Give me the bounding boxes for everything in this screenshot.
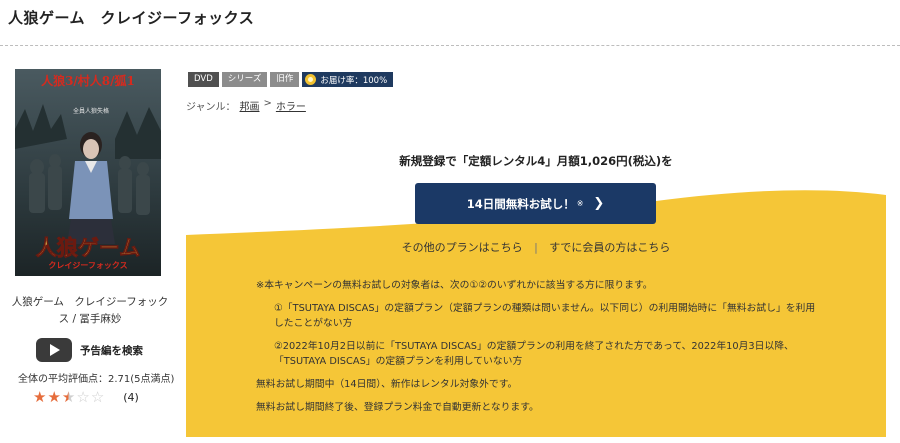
badge-row: DVD シリーズ 旧作 お届け率：100% [188,72,394,87]
star-full-icon: ★ [33,388,47,406]
star-half-icon: ★ [61,388,76,406]
star-full-icon: ★ [47,388,61,406]
review-count[interactable]: (4) [123,391,139,404]
average-rating-text: 全体の平均評価点：2.71(5点満点) [18,374,175,385]
title-divider [0,45,900,46]
product-poster-image[interactable]: 人狼3/村人8/狐1 全員人狼失格 人狼ゲーム クレイジーフォックス [15,69,161,276]
page-title: 人狼ゲーム クレイジーフォックス [8,9,255,27]
campaign-note-eligibility: ※本キャンペーンの無料お試しの対象者は、次の①②のいずれかに該当する方に限ります… [256,280,653,291]
star-empty-icon: ☆ [90,388,105,406]
free-trial-button[interactable]: 14日間無料お試し！ ※ ❯ [415,183,656,224]
campaign-notes: ※本キャンペーンの無料お試しの対象者は、次の①②のいずれかに該当する方に限ります… [256,278,816,423]
play-icon [36,338,72,362]
dvd-badge: DVD [188,72,219,87]
poster-subtitle: クレイジーフォックス [48,260,127,270]
links-separator: | [534,241,538,254]
genre-link-japanese-film[interactable]: 邦画 [240,98,260,113]
trailer-search-label: 予告編を検索 [80,344,143,357]
genre-label: ジャンル： [186,102,236,113]
genre-link-horror[interactable]: ホラー [276,98,306,113]
genre-breadcrumb: ジャンル： 邦画 > ホラー [186,98,310,113]
product-name: 人狼ゲーム クレイジーフォックス / 冨手麻妙 [11,296,169,325]
chevron-right-icon: ❯ [593,196,605,211]
campaign-lead-text: 新規登録で「定額レンタル4」月額1,026円(税込)を [399,154,673,168]
poster-tagline: 人狼3/村人8/狐1 [41,73,135,88]
free-trial-label: 14日間無料お試し！ [466,196,575,211]
free-trial-note-mark: ※ [576,199,584,208]
plan-links: その他のプランはこちら | すでに会員の方はこちら [186,239,886,255]
campaign-note-auto-renewal: 無料お試し期間終了後、登録プラン料金で自動更新となります。 [256,402,539,413]
campaign-note-new-releases: 無料お試し期間中（14日間）、新作はレンタル対象外です。 [256,379,518,390]
campaign-note-condition-2: ②2022年10月2日以前に「TSUTAYA DISCAS」の定額プランの利用を… [274,341,794,367]
campaign-panel: 新規登録で「定額レンタル4」月額1,026円(税込)を 14日間無料お試し！ ※… [186,143,886,437]
old-release-badge: 旧作 [270,72,300,87]
coin-icon [305,74,317,85]
delivery-rate-badge: お届け率：100% [302,72,394,87]
poster-title: 人狼ゲーム [36,235,140,260]
member-login-link[interactable]: すでに会員の方はこちら [549,241,670,254]
series-badge: シリーズ [221,72,268,87]
star-empty-icon: ☆ [76,388,90,406]
star-rating: ★ ★ ★ ☆ ☆ (4) [33,389,139,405]
trailer-search-button[interactable]: 予告編を検索 [36,338,143,362]
genre-separator: > [263,98,272,109]
campaign-note-condition-1: ①「TSUTAYA DISCAS」の定額プラン（定額プランの種類は問いません。以… [274,303,816,329]
other-plans-link[interactable]: その他のプランはこちら [402,241,523,254]
poster-caption: 全員人狼失格 [73,107,109,115]
delivery-rate-label: お届け率：100% [320,75,388,86]
